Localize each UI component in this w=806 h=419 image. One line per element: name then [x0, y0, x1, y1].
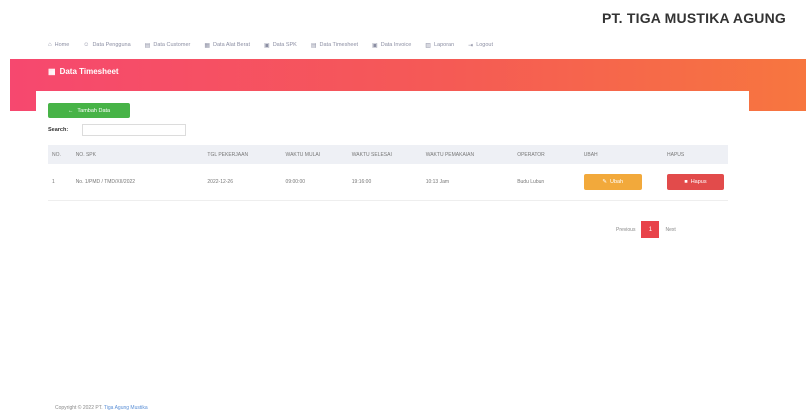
nav-item-label: Logout: [476, 42, 494, 48]
delete-button[interactable]: ■ Hapus: [667, 173, 724, 190]
nav-item-label: Data Customer: [153, 42, 191, 48]
footer-link[interactable]: Tiga Agung Mustika: [104, 405, 148, 411]
content-card: [36, 91, 749, 391]
nav-item-spk[interactable]: ▣ Data SPK: [264, 42, 297, 49]
cell-tgl-pekerjaan: 2022-12-26: [203, 164, 282, 201]
nav-item-label: Data Alat Berat: [213, 42, 251, 48]
pagination: Previous 1 Next: [616, 221, 676, 238]
main-nav: ⌂ Home ☺ Data Pengguna ▤ Data Customer ▦ Dat…: [48, 39, 746, 51]
edit-button[interactable]: ✎ Ubah: [583, 173, 642, 190]
cell-hapus: ■ Hapus: [663, 164, 728, 201]
pagination-next[interactable]: Next: [665, 227, 675, 233]
truck-icon: ▦: [204, 42, 211, 49]
nav-item-home[interactable]: ⌂ Home: [48, 42, 69, 48]
nav-item-label: Data Timesheet: [319, 42, 359, 48]
column-header-tgl-pekerjaan[interactable]: TGL PEKERJAAN: [203, 145, 281, 164]
nav-item-customers[interactable]: ▤ Data Customer: [145, 42, 191, 49]
edit-icon: ✎: [602, 178, 607, 185]
nav-item-label: Data Invoice: [380, 42, 412, 48]
pagination-previous[interactable]: Previous: [616, 227, 635, 233]
building-icon: ▤: [144, 42, 151, 49]
add-data-button[interactable]: ← Tambah Data: [48, 103, 130, 118]
cell-waktu-pemakaian: 10:13 Jam: [421, 164, 514, 201]
search-input[interactable]: [82, 124, 186, 136]
cell-waktu-selesai: 19:16:00: [347, 164, 422, 201]
timesheet-table: NO. NO. SPK TGL PEKERJAAN WAKTU MULAI WA…: [48, 145, 728, 201]
page-title: ▦ Data Timesheet: [48, 67, 119, 76]
calendar-icon: ▦: [48, 67, 56, 76]
report-icon: ▥: [425, 42, 431, 49]
cell-waktu-mulai: 09:00:00: [281, 164, 348, 201]
nav-item-reports[interactable]: ▥ Laporan: [425, 42, 454, 49]
cell-ubah: ✎ Ubah: [579, 164, 663, 201]
calendar-icon: ▤: [310, 42, 317, 49]
nav-item-logout[interactable]: ⇥ Logout: [468, 42, 493, 49]
column-header-hapus[interactable]: HAPUS: [663, 145, 728, 164]
delete-button-label: Hapus: [690, 178, 707, 185]
nav-item-label: Data Pengguna: [92, 42, 131, 48]
nav-item-users[interactable]: ☺ Data Pengguna: [83, 42, 130, 48]
column-header-waktu-selesai[interactable]: WAKTU SELESAI: [348, 145, 422, 164]
brand-title: PT. TIGA MUSTIKA AGUNG: [601, 10, 786, 26]
trash-icon: ■: [684, 178, 688, 185]
column-header-no[interactable]: NO.: [48, 145, 72, 164]
cell-no: 1: [48, 164, 72, 201]
home-icon: ⌂: [48, 42, 52, 48]
footer-copyright: Copyright © 2022 PT.: [55, 405, 103, 411]
user-icon: ☺: [83, 42, 90, 48]
nav-item-timesheet[interactable]: ▤ Data Timesheet: [311, 42, 358, 49]
search-label: Search:: [48, 127, 69, 133]
logout-icon: ⇥: [468, 42, 474, 49]
table-header-row: NO. NO. SPK TGL PEKERJAAN WAKTU MULAI WA…: [48, 145, 728, 164]
edit-button-label: Ubah: [609, 178, 624, 185]
arrow-left-icon: ←: [67, 107, 74, 114]
column-header-waktu-mulai[interactable]: WAKTU MULAI: [282, 145, 348, 164]
nav-item-label: Laporan: [433, 42, 455, 48]
column-header-no-spk[interactable]: NO. SPK: [72, 145, 204, 164]
add-data-label: Tambah Data: [77, 107, 111, 114]
column-header-waktu-pemakaian[interactable]: WAKTU PEMAKAIAN: [422, 145, 514, 164]
invoice-icon: ▣: [372, 42, 378, 49]
nav-item-label: Home: [54, 42, 70, 48]
nav-item-invoice[interactable]: ▣ Data Invoice: [372, 42, 411, 49]
table-row: 1 No. 1/PMD / TMD/XII/2022 2022-12-26 09…: [48, 164, 728, 201]
cell-no-spk: No. 1/PMD / TMD/XII/2022: [71, 164, 204, 201]
column-header-operator[interactable]: OPERATOR: [513, 145, 580, 164]
nav-item-heavy-equipment[interactable]: ▦ Data Alat Berat: [204, 42, 250, 49]
footer: Copyright © 2022 PT. Tiga Agung Mustika: [55, 405, 148, 411]
column-header-ubah[interactable]: UBAH: [580, 145, 663, 164]
page-title-text: Data Timesheet: [59, 67, 119, 76]
cell-operator: Budu Lubun: [513, 164, 580, 201]
document-icon: ▣: [264, 42, 270, 49]
nav-item-label: Data SPK: [272, 42, 297, 48]
pagination-current-page[interactable]: 1: [641, 221, 660, 238]
